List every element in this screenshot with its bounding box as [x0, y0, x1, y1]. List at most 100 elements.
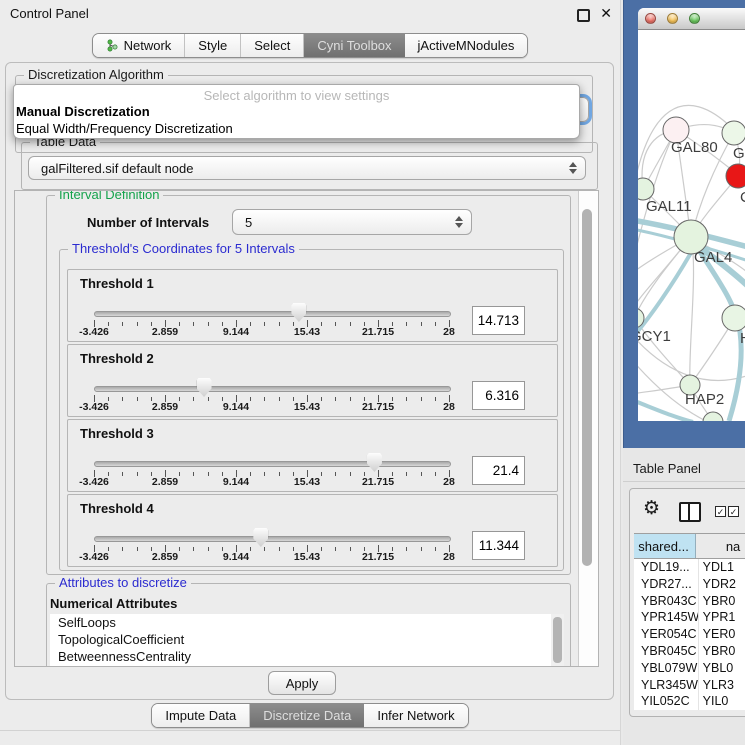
scale-label: 9.144: [223, 326, 249, 338]
main-vertical-scrollbar[interactable]: [578, 191, 599, 666]
node-label-gal11: GAL11: [646, 198, 692, 215]
column-header-shared-name[interactable]: shared...: [634, 534, 696, 558]
tab-network[interactable]: Network: [93, 34, 186, 57]
network-node[interactable]: [703, 412, 723, 421]
num-intervals-combobox[interactable]: 5: [232, 209, 472, 235]
threshold-value-field[interactable]: 11.344: [472, 531, 525, 560]
scale-label: 2.859: [152, 326, 178, 338]
list-item-topologicalcoefficient[interactable]: TopologicalCoefficient: [50, 631, 564, 648]
threshold-value-field[interactable]: 6.316: [472, 381, 525, 410]
scrollbar-thumb[interactable]: [582, 209, 592, 566]
table-row[interactable]: YBR043CYBR0: [634, 593, 745, 610]
node-table: shared... na YDL19...YDL1YDR27...YDR2YBR…: [634, 533, 745, 710]
threshold-panel: Threshold 1 -3.4262.8599.14415.4321.7152…: [67, 269, 558, 342]
cell-name: YIL0: [699, 693, 745, 710]
network-node-g[interactable]: [722, 121, 745, 145]
algorithm-option-equal-width-frequency-discretization[interactable]: Equal Width/Frequency Discretization: [14, 120, 579, 137]
cell-name: YER0: [699, 626, 745, 643]
table-row[interactable]: YER054CYER0: [634, 626, 745, 643]
table-header-row: shared... na: [634, 533, 745, 559]
threshold-panel: Threshold 3 -3.4262.8599.14415.4321.7152…: [67, 419, 558, 492]
num-intervals-label: Number of Intervals: [87, 215, 209, 230]
tab-label: Network: [124, 38, 172, 53]
threshold-value-field[interactable]: 21.4: [472, 456, 525, 485]
threshold-slider-track[interactable]: [94, 311, 451, 317]
threshold-label: Threshold 1: [80, 276, 154, 291]
network-window-frame: GAL80GCGAL11GAL4GCY1HHAP2: [623, 0, 745, 448]
tab-discretize-data[interactable]: Discretize Data: [250, 704, 364, 727]
columns-icon[interactable]: [679, 502, 701, 522]
slider-scale-labels: -3.4262.8599.14415.4321.71528: [94, 476, 449, 488]
table-row[interactable]: YLR345WYLR3: [634, 677, 745, 694]
algorithm-option-manual-discretization[interactable]: Manual Discretization: [14, 103, 579, 120]
table-row[interactable]: YDR27...YDR2: [634, 576, 745, 593]
table-row[interactable]: YBR045CYBR0: [634, 643, 745, 660]
cell-shared-name: YBL079W: [634, 660, 699, 677]
scale-label: 21.715: [362, 326, 394, 338]
table-row[interactable]: YPR145WYPR1: [634, 609, 745, 626]
scrollbar-thumb[interactable]: [553, 617, 562, 663]
cell-name: YPR1: [699, 609, 745, 626]
tab-select[interactable]: Select: [241, 34, 304, 57]
scale-label: 28: [443, 326, 455, 338]
threshold-value-field[interactable]: 14.713: [472, 306, 525, 335]
column-header-name[interactable]: na: [696, 534, 745, 558]
scale-label: 21.715: [362, 401, 394, 413]
node-label-gcy1: GCY1: [638, 328, 671, 345]
apply-button[interactable]: Apply: [268, 671, 336, 695]
table-panel-title: Table Panel: [633, 461, 701, 476]
control-panel: Control Panel ✕ Network StyleSelectCyni T…: [0, 0, 621, 745]
attr-items: SelfLoopsTopologicalCoefficientBetweenne…: [50, 614, 564, 665]
table-row[interactable]: YDL19...YDL1: [634, 559, 745, 576]
app-root: Control Panel ✕ Network StyleSelectCyni T…: [0, 0, 745, 745]
scale-label: 2.859: [152, 401, 178, 413]
select-shown-checkbox-icon[interactable]: ✓: [728, 506, 739, 517]
table-data-combobox[interactable]: galFiltered.sif default node: [28, 156, 586, 180]
table-row[interactable]: YBL079WYBL0: [634, 660, 745, 677]
tab-cyni-toolbox[interactable]: Cyni Toolbox: [304, 34, 404, 57]
close-traffic-light[interactable]: [645, 13, 656, 24]
close-icon[interactable]: ✕: [600, 5, 612, 22]
control-panel-titlebar: Control Panel ✕: [0, 0, 620, 28]
tab-label: Discretize Data: [263, 708, 351, 723]
node-label-hap2: HAP2: [685, 391, 724, 408]
divider: [0, 730, 620, 731]
tab-style[interactable]: Style: [185, 34, 241, 57]
tab-infer-network[interactable]: Infer Network: [364, 704, 467, 727]
network-edge[interactable]: [690, 237, 694, 385]
node-label-gal80: GAL80: [671, 139, 718, 156]
scale-label: 2.859: [152, 476, 178, 488]
cell-shared-name: YDL19...: [634, 559, 699, 576]
threshold-slider-track[interactable]: [94, 461, 451, 467]
interval-definition-group: Interval Definition Number of Intervals …: [46, 195, 571, 575]
node-label-gal4: GAL4: [694, 249, 732, 266]
threshold-slider-track[interactable]: [94, 386, 451, 392]
list-item-selfloops[interactable]: SelfLoops: [50, 614, 564, 631]
network-node-h[interactable]: [722, 305, 745, 331]
gear-icon[interactable]: ⚙: [643, 497, 660, 520]
cell-shared-name: YLR345W: [634, 677, 699, 694]
attributes-list-scrollbar[interactable]: [551, 614, 564, 667]
scale-label: -3.426: [79, 401, 109, 413]
node-label-h: H: [740, 330, 745, 347]
scale-label: -3.426: [79, 476, 109, 488]
algorithm-hint: Select algorithm to view settings: [14, 85, 579, 103]
scale-label: 28: [443, 401, 455, 413]
numerical-attributes-list[interactable]: SelfLoopsTopologicalCoefficientBetweenne…: [50, 614, 564, 667]
select-all-checkbox-icon[interactable]: ✓: [715, 506, 726, 517]
table-row[interactable]: YIL052CYIL0: [634, 693, 745, 710]
network-node-c[interactable]: [726, 164, 745, 188]
minimize-traffic-light[interactable]: [667, 13, 678, 24]
network-canvas[interactable]: GAL80GCGAL11GAL4GCY1HHAP2: [638, 30, 745, 421]
num-intervals-value: 5: [233, 215, 252, 230]
table-data-group: Table Data galFiltered.sif default node: [21, 142, 598, 190]
list-item-betweennesscentrality[interactable]: BetweennessCentrality: [50, 648, 564, 665]
tab-jactivemnodules[interactable]: jActiveMNodules: [405, 34, 528, 57]
zoom-traffic-light[interactable]: [689, 13, 700, 24]
tab-impute-data[interactable]: Impute Data: [152, 704, 250, 727]
threshold-panel: Threshold 4 -3.4262.8599.14415.4321.7152…: [67, 494, 558, 567]
float-window-icon[interactable]: [577, 9, 590, 22]
bottom-tabgroup: Impute Data Discretize Data Infer Network: [151, 703, 468, 728]
cell-name: YDR2: [699, 576, 745, 593]
threshold-slider-track[interactable]: [94, 536, 451, 542]
